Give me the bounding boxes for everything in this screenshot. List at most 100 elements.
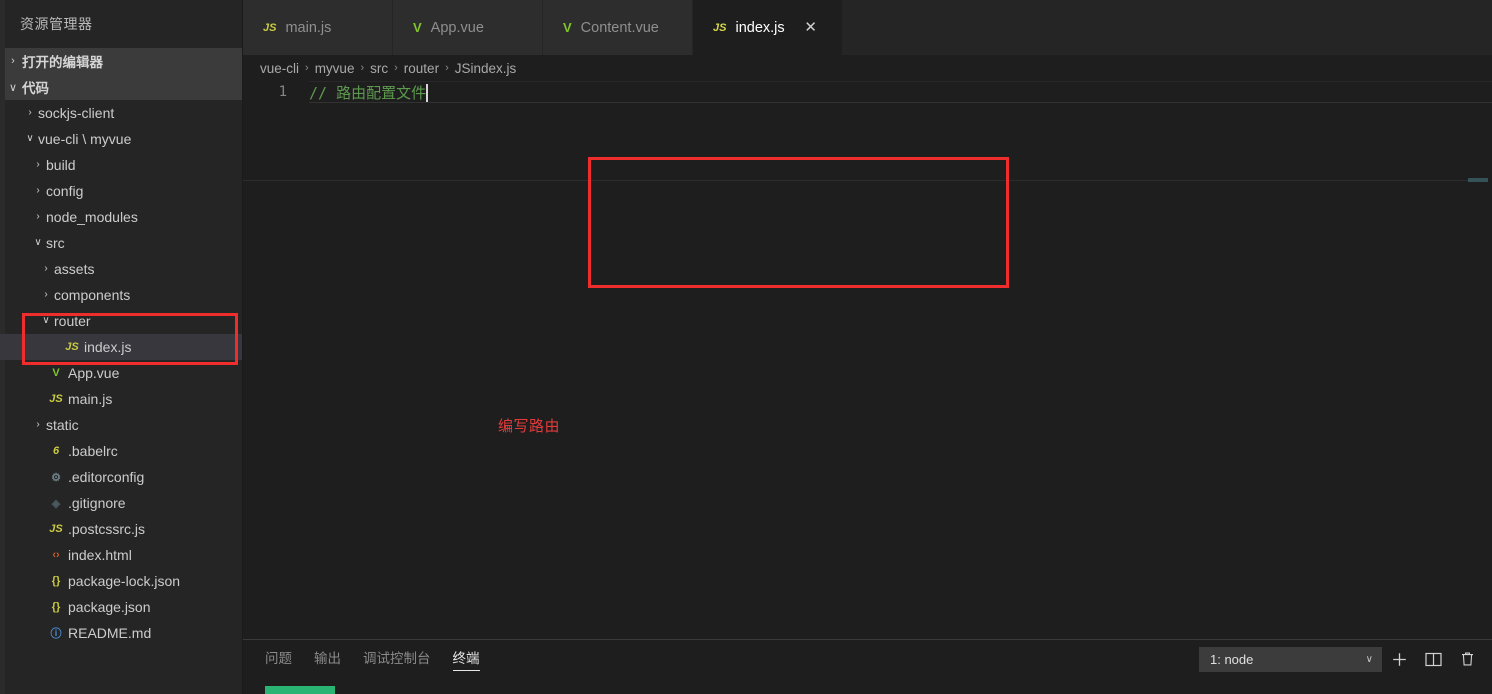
html-file-icon: ‹› bbox=[46, 549, 66, 561]
split-terminal-button[interactable] bbox=[1416, 646, 1450, 672]
panel-tab-2[interactable]: 调试控制台 bbox=[363, 640, 431, 674]
tree-item-src[interactable]: ∨src bbox=[0, 230, 242, 256]
tab-label: main.js bbox=[285, 20, 331, 36]
terminal-selector[interactable]: 1: node ∨ bbox=[1199, 647, 1382, 672]
tree-item-assets[interactable]: ›assets bbox=[0, 256, 242, 282]
tree-item-.postcssrc.js[interactable]: JS.postcssrc.js bbox=[0, 516, 242, 542]
tab-main-js[interactable]: JS main.js bbox=[243, 0, 393, 55]
panel-tab-1[interactable]: 输出 bbox=[314, 640, 341, 674]
close-icon[interactable]: ✕ bbox=[803, 20, 819, 35]
chevron-right-icon: › bbox=[305, 62, 309, 74]
tree-item-label: node_modules bbox=[46, 209, 138, 225]
babel-file-icon: 6 bbox=[46, 445, 66, 457]
tabbar-empty-space bbox=[843, 0, 1492, 55]
breadcrumb-item-router[interactable]: router bbox=[404, 61, 439, 76]
tree-item-sockjs-client[interactable]: ›sockjs-client bbox=[0, 100, 242, 126]
js-file-icon: JS bbox=[46, 523, 66, 535]
tree-item-.babelrc[interactable]: 6.babelrc bbox=[0, 438, 242, 464]
md-file-icon: ⓘ bbox=[46, 625, 66, 641]
js-file-icon: JS bbox=[263, 22, 276, 34]
gear-file-icon: ⚙ bbox=[46, 471, 66, 484]
line-number: 1 bbox=[243, 81, 287, 103]
chevron-down-icon: ∨ bbox=[38, 316, 54, 326]
section-open-editors-label: 打开的编辑器 bbox=[22, 51, 103, 71]
panel-tab-0[interactable]: 问题 bbox=[265, 640, 292, 674]
tree-item-app.vue[interactable]: VApp.vue bbox=[0, 360, 242, 386]
tree-item-.gitignore[interactable]: ◈.gitignore bbox=[0, 490, 242, 516]
tree-item-main.js[interactable]: JSmain.js bbox=[0, 386, 242, 412]
json-file-icon: {} bbox=[46, 601, 66, 613]
tab-label: Content.vue bbox=[581, 20, 659, 36]
terminal-output[interactable]: ..... ...... bbox=[243, 686, 1492, 694]
line-number-gutter: 1 bbox=[243, 81, 309, 103]
tree-item-index.html[interactable]: ‹›index.html bbox=[0, 542, 242, 568]
kill-terminal-button[interactable] bbox=[1450, 646, 1484, 672]
vue-file-icon: V bbox=[563, 20, 572, 35]
bottom-panel: 问题输出调试控制台终端 1: node ∨ bbox=[243, 639, 1492, 694]
tree-item-label: config bbox=[46, 183, 83, 199]
tree-item-label: .editorconfig bbox=[68, 469, 144, 485]
breadcrumb-item-vue-cli[interactable]: vue-cli bbox=[260, 61, 299, 76]
tree-item-label: assets bbox=[54, 261, 94, 277]
tree-item-build[interactable]: ›build bbox=[0, 152, 242, 178]
chevron-right-icon: › bbox=[38, 290, 54, 300]
panel-tabs: 问题输出调试控制台终端 bbox=[243, 640, 502, 674]
tree-item-vue-cli-myvue[interactable]: ∨vue-cli \ myvue bbox=[0, 126, 242, 152]
breadcrumb-item-file[interactable]: index.js bbox=[471, 61, 517, 76]
chevron-down-icon: ∨ bbox=[1366, 654, 1373, 665]
tree-item-index.js[interactable]: JSindex.js bbox=[0, 334, 242, 360]
chevron-right-icon: › bbox=[445, 62, 449, 74]
code-comment-token: // 路由配置文件 bbox=[309, 84, 426, 102]
breadcrumb-item-myvue[interactable]: myvue bbox=[315, 61, 355, 76]
chevron-right-icon: › bbox=[30, 420, 46, 430]
tree-item-label: .gitignore bbox=[68, 495, 126, 511]
tree-item-readme.md[interactable]: ⓘREADME.md bbox=[0, 620, 242, 646]
section-code-label: 代码 bbox=[22, 77, 49, 97]
tab-label: App.vue bbox=[431, 20, 484, 36]
terminal-selector-value: 1: node bbox=[1210, 652, 1253, 667]
tree-item-package.json[interactable]: {}package.json bbox=[0, 594, 242, 620]
tree-item-label: vue-cli \ myvue bbox=[38, 131, 131, 147]
explorer-sidebar: 资源管理器 › 打开的编辑器 ∨ 代码 ›sockjs-client∨vue-c… bbox=[0, 0, 243, 694]
tab-content-vue[interactable]: V Content.vue bbox=[543, 0, 693, 55]
breadcrumb: vue-cli›myvue›src›router›JSindex.js bbox=[243, 55, 1492, 81]
explorer-title: 资源管理器 bbox=[0, 0, 242, 48]
tree-item-label: package.json bbox=[68, 599, 151, 615]
section-code[interactable]: ∨ 代码 bbox=[0, 74, 242, 100]
tree-item-label: index.js bbox=[84, 339, 131, 355]
tree-item-label: main.js bbox=[68, 391, 112, 407]
code-line-1[interactable]: // 路由配置文件 bbox=[309, 81, 1492, 103]
new-terminal-button[interactable] bbox=[1382, 646, 1416, 672]
tree-item-static[interactable]: ›static bbox=[0, 412, 242, 438]
tree-item-config[interactable]: ›config bbox=[0, 178, 242, 204]
code-editor[interactable]: 1 // 路由配置文件 编写路由 bbox=[243, 81, 1492, 639]
tree-item-label: components bbox=[54, 287, 130, 303]
tree-item-package-lock.json[interactable]: {}package-lock.json bbox=[0, 568, 242, 594]
tree-item-node-modules[interactable]: ›node_modules bbox=[0, 204, 242, 230]
tree-item-label: build bbox=[46, 157, 76, 173]
code-content[interactable]: // 路由配置文件 bbox=[309, 81, 1492, 639]
tree-item-label: src bbox=[46, 235, 65, 251]
chevron-down-icon: ∨ bbox=[30, 238, 46, 248]
chevron-right-icon: › bbox=[30, 186, 46, 196]
tab-label: index.js bbox=[735, 20, 784, 36]
editor-tabbar: JSmain.jsVApp.vueVContent.vueJSindex.js✕ bbox=[243, 0, 1492, 55]
text-cursor bbox=[426, 84, 428, 102]
tree-item-label: index.html bbox=[68, 547, 132, 563]
chevron-right-icon: › bbox=[22, 108, 38, 118]
vscode-window: 资源管理器 › 打开的编辑器 ∨ 代码 ›sockjs-client∨vue-c… bbox=[0, 0, 1492, 694]
panel-actions: 1: node ∨ bbox=[1199, 646, 1484, 672]
tree-item-components[interactable]: ›components bbox=[0, 282, 242, 308]
tree-item-router[interactable]: ∨router bbox=[0, 308, 242, 334]
section-open-editors[interactable]: › 打开的编辑器 bbox=[0, 48, 242, 74]
chevron-right-icon: › bbox=[4, 55, 22, 67]
breadcrumb-item-src[interactable]: src bbox=[370, 61, 388, 76]
panel-tab-3[interactable]: 终端 bbox=[453, 640, 480, 674]
tab-app-vue[interactable]: VApp.vue bbox=[393, 0, 543, 55]
file-tree: ›sockjs-client∨vue-cli \ myvue›build›con… bbox=[0, 100, 242, 646]
tree-item-label: .postcssrc.js bbox=[68, 521, 145, 537]
tab-index-js[interactable]: JSindex.js✕ bbox=[693, 0, 843, 55]
vue-file-icon: V bbox=[46, 367, 66, 379]
tree-item-.editorconfig[interactable]: ⚙.editorconfig bbox=[0, 464, 242, 490]
tree-item-label: README.md bbox=[68, 625, 151, 641]
